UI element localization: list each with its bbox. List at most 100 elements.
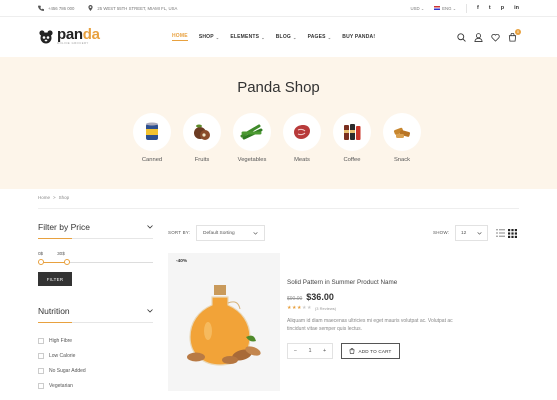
user-icon[interactable] <box>474 32 483 42</box>
coffee-icon <box>344 124 361 140</box>
category-vegetables[interactable]: Vegetables <box>233 113 271 163</box>
chevron-down-icon <box>147 309 153 313</box>
shop-banner: Panda Shop Canned Fruits Vegetables Meat… <box>0 57 557 189</box>
checkbox[interactable] <box>38 337 44 344</box>
nav-label: BLOG <box>275 34 291 40</box>
category-coffee[interactable]: Coffee <box>333 113 371 163</box>
price-filter-title: Filter by Price <box>38 222 90 232</box>
flag-icon <box>434 6 441 11</box>
nutrition-option-vegetarian[interactable]: Vegetarian <box>38 378 153 393</box>
sort-value: Default Sorting <box>203 230 235 236</box>
category-snack[interactable]: Snack <box>383 113 421 163</box>
nutrition-options: High Fibre Low Calorie No Sugar Added Ve… <box>38 333 153 393</box>
price-slider[interactable] <box>38 258 153 266</box>
phone-icon <box>38 5 44 11</box>
product-prices: $90.00 $36.00 <box>287 292 527 302</box>
product-details: Solid Pattern in Summer Product Name $90… <box>287 279 527 359</box>
category-label: Fruits <box>194 157 210 163</box>
add-to-cart-button[interactable]: ADD TO CART <box>341 343 400 359</box>
star-rating: ★★★★★ <box>287 305 312 311</box>
checkbox[interactable] <box>38 382 44 389</box>
breadcrumb-current: Shop <box>58 195 70 200</box>
qty-value[interactable]: 1 <box>308 348 311 354</box>
category-label: Vegetables <box>237 157 267 163</box>
heart-icon[interactable] <box>491 33 500 42</box>
sort-label: SORT BY: <box>168 230 191 235</box>
divider <box>38 208 519 209</box>
category-meats[interactable]: Meats <box>283 113 321 163</box>
bag-icon <box>350 348 355 354</box>
category-label: Meats <box>294 157 310 163</box>
grid-view-icon[interactable] <box>508 229 517 238</box>
category-label: Snack <box>393 157 411 163</box>
show-count-select[interactable]: 12 <box>455 225 488 241</box>
nav-buy-panda[interactable]: BUY PANDA! <box>342 34 375 40</box>
sort-select[interactable]: Default Sorting <box>196 225 265 241</box>
page-title: Panda Shop <box>237 79 320 96</box>
chevron-down-icon: ⌄ <box>327 34 332 40</box>
social-links: f t p in <box>477 5 519 11</box>
breadcrumb-separator: > <box>53 195 56 200</box>
search-icon[interactable] <box>457 32 466 42</box>
category-image <box>183 113 221 151</box>
linkedin-icon[interactable]: in <box>514 5 519 11</box>
nutrition-filter-header[interactable]: Nutrition <box>38 306 153 323</box>
checkbox[interactable] <box>38 367 44 374</box>
breadcrumb-home[interactable]: Home <box>38 195 50 200</box>
price-range-labels: 0$ 30$ <box>38 251 153 256</box>
nutrition-option-low-calorie[interactable]: Low Calorie <box>38 348 153 363</box>
slider-handle-max[interactable] <box>64 259 70 265</box>
review-count[interactable]: (3 Reviews) <box>315 306 336 311</box>
price-filter-header[interactable]: Filter by Price <box>38 222 153 239</box>
chevron-down-icon: ⌄ <box>293 34 297 40</box>
language-select[interactable]: ENG ⌄ <box>434 6 456 11</box>
logo-text: panda <box>57 27 100 42</box>
slider-handle-min[interactable] <box>38 259 44 265</box>
nav-shop[interactable]: SHOP ⌄ <box>199 34 220 40</box>
address-contact: 25 WEST 55TH STREET, MIAMI FL, USA <box>88 5 177 11</box>
category-list: Canned Fruits Vegetables Meats Coffee Sn… <box>133 113 421 163</box>
cart-count-badge: 0 <box>515 28 521 35</box>
cart-button[interactable]: 0 <box>508 28 521 42</box>
quantity-stepper[interactable]: − 1 + <box>287 343 333 359</box>
qty-minus-button[interactable]: − <box>294 348 297 354</box>
category-label: Coffee <box>343 157 361 163</box>
show-value: 12 <box>461 230 467 236</box>
chevron-down-icon: ⌄ <box>420 5 425 11</box>
phone-contact[interactable]: +456 786 000 <box>38 5 74 11</box>
product-title[interactable]: Solid Pattern in Summer Product Name <box>287 279 527 286</box>
add-to-cart-label: ADD TO CART <box>358 348 392 354</box>
chevron-down-icon: ⌄ <box>452 5 457 11</box>
old-price: $90.00 <box>287 296 303 302</box>
nav-home[interactable]: HOME <box>172 33 188 41</box>
list-view-icon[interactable] <box>496 229 505 237</box>
show-label: SHOW: <box>433 230 450 235</box>
nutrition-option-high-fibre[interactable]: High Fibre <box>38 333 153 348</box>
category-fruits[interactable]: Fruits <box>183 113 221 163</box>
product-rating: ★★★★★ (3 Reviews) <box>287 305 527 311</box>
facebook-icon[interactable]: f <box>477 5 479 11</box>
nav-label: BUY PANDA! <box>342 34 376 40</box>
qty-plus-button[interactable]: + <box>323 348 326 354</box>
logo[interactable]: panda ONLINE GROCERY <box>38 27 100 45</box>
chevron-down-icon <box>253 231 258 235</box>
currency-select[interactable]: USD ⌄ <box>411 6 425 11</box>
address-text: 25 WEST 55TH STREET, MIAMI FL, USA <box>97 5 178 11</box>
currency-value: USD <box>410 5 420 11</box>
new-price: $36.00 <box>306 292 334 302</box>
nav-elements[interactable]: ELEMENTS ⌄ <box>230 34 264 40</box>
twitter-icon[interactable]: t <box>489 5 491 11</box>
snack-icon <box>393 127 411 138</box>
header-actions: 0 <box>457 17 521 57</box>
phone-number: +456 786 000 <box>48 5 75 11</box>
nav-pages[interactable]: PAGES ⌄ <box>308 34 332 40</box>
top-bar: +456 786 000 25 WEST 55TH STREET, MIAMI … <box>0 0 557 17</box>
pinterest-icon[interactable]: p <box>501 5 504 11</box>
nav-blog[interactable]: BLOG ⌄ <box>276 34 297 40</box>
category-canned[interactable]: Canned <box>133 113 171 163</box>
product-image[interactable]: -40% <box>168 253 280 391</box>
filter-button[interactable]: FILTER <box>38 272 72 286</box>
nutrition-option-no-sugar[interactable]: No Sugar Added <box>38 363 153 378</box>
checkbox[interactable] <box>38 352 44 359</box>
chevron-down-icon: ⌄ <box>261 34 265 40</box>
